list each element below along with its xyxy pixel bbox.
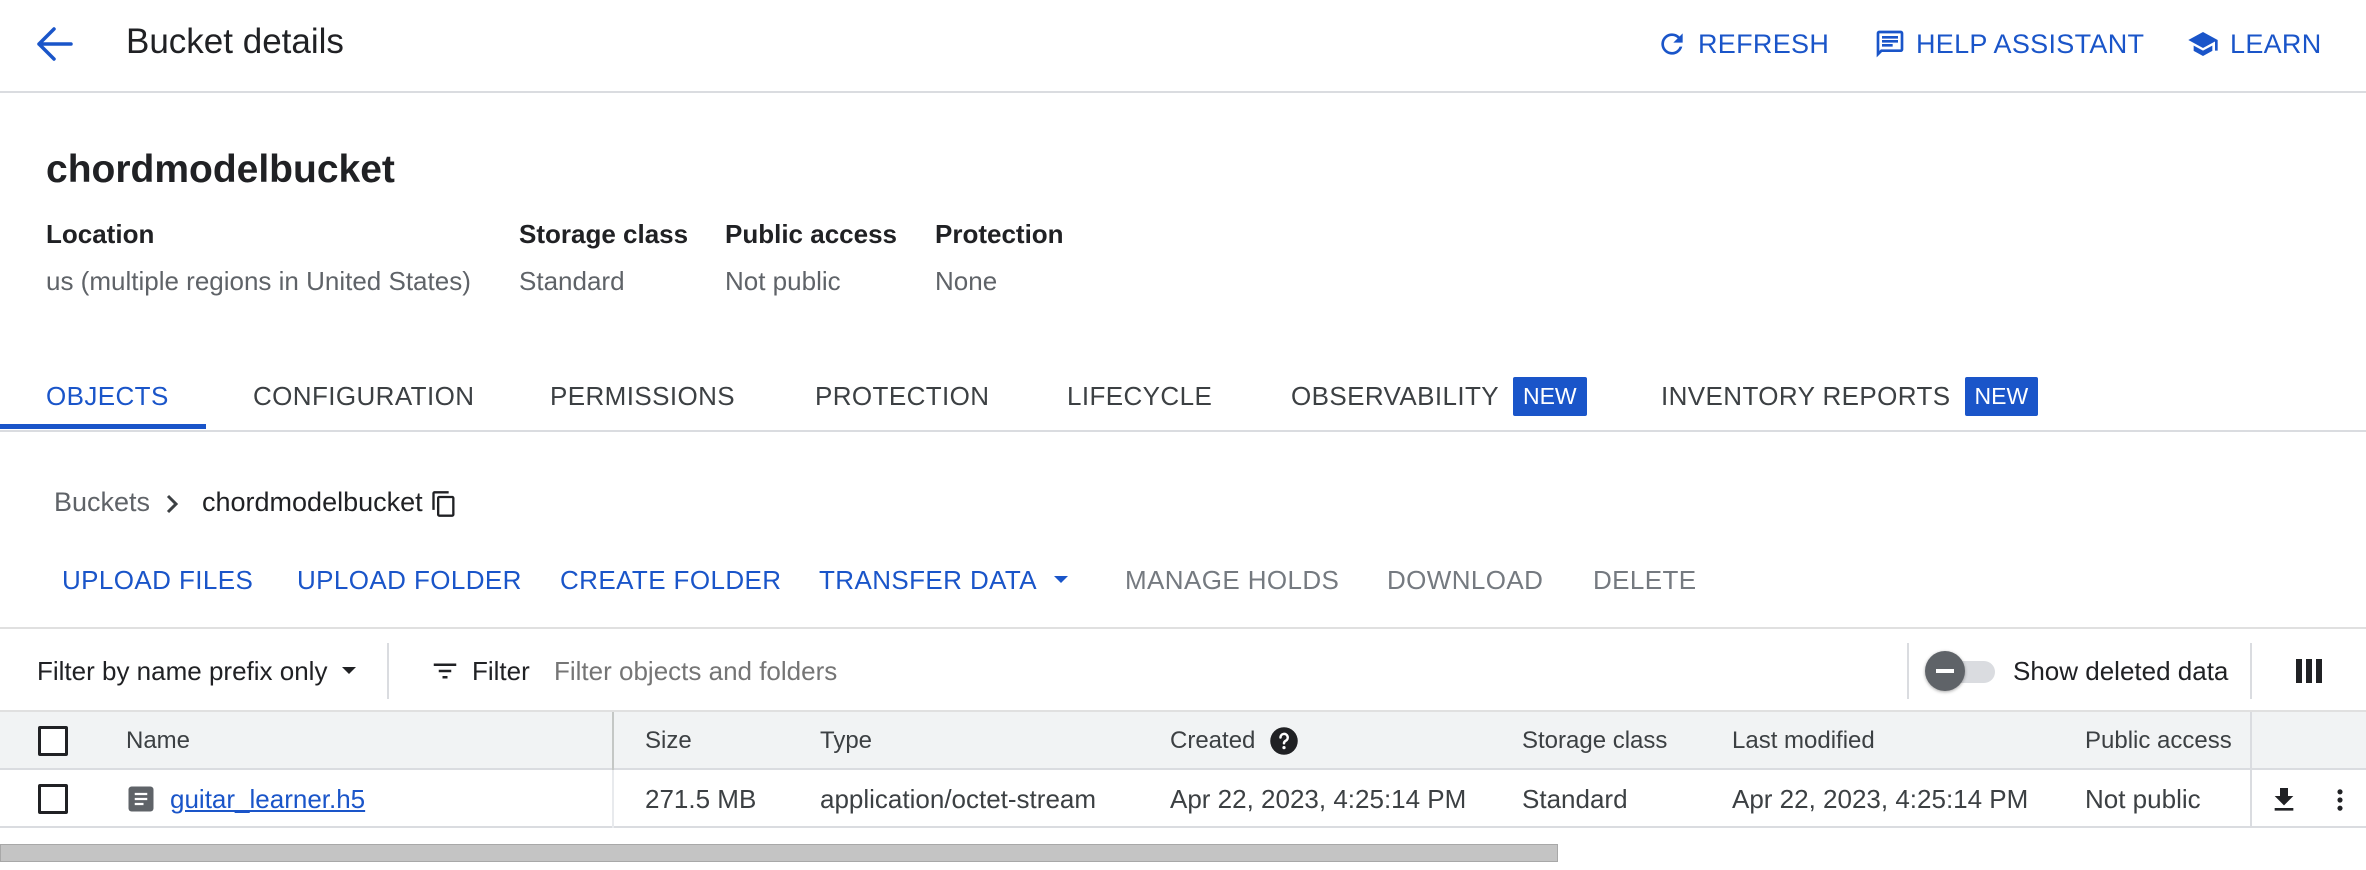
column-display-icon[interactable] <box>2295 658 2323 684</box>
tab-lifecycle-label: LIFECYCLE <box>1067 380 1213 411</box>
tab-protection[interactable]: PROTECTION <box>815 360 989 432</box>
chat-icon <box>1876 30 1904 58</box>
column-divider <box>2250 712 2252 770</box>
download-button[interactable]: DOWNLOAD <box>1387 560 1543 600</box>
help-icon[interactable] <box>1269 726 1299 756</box>
back-arrow-icon[interactable] <box>34 26 74 62</box>
bucket-name: chordmodelbucket <box>46 148 395 191</box>
storage-class-cell: Standard <box>1522 783 1628 814</box>
help-assistant-button[interactable]: HELP ASSISTANT <box>1874 24 2144 64</box>
prefix-filter-label: Filter by name prefix only <box>37 655 328 686</box>
location-label: Location <box>46 219 155 249</box>
filter-bar: Filter by name prefix only Filter Show d… <box>0 627 2366 712</box>
learn-button[interactable]: LEARN <box>2186 24 2322 64</box>
dropdown-arrow-icon <box>342 667 357 674</box>
tab-objects[interactable]: OBJECTS <box>46 360 169 432</box>
tab-observability-label: OBSERVABILITY <box>1291 380 1499 411</box>
select-all-checkbox[interactable] <box>38 726 68 756</box>
horizontal-scrollbar[interactable] <box>0 844 1558 862</box>
divider <box>2250 643 2252 699</box>
location-value: us (multiple regions in United States) <box>46 266 471 296</box>
learn-label: LEARN <box>2230 28 2322 59</box>
column-header-created[interactable]: Created <box>1170 712 1299 770</box>
column-header-last-modified[interactable]: Last modified <box>1732 712 1875 770</box>
active-tab-indicator <box>0 424 206 429</box>
tab-configuration-label: CONFIGURATION <box>253 380 475 411</box>
filter-list-icon <box>433 663 457 679</box>
filter-label: Filter <box>472 655 530 686</box>
column-header-size[interactable]: Size <box>645 712 692 770</box>
tab-permissions[interactable]: PERMISSIONS <box>550 360 735 432</box>
protection-value: None <box>935 266 998 296</box>
tab-observability[interactable]: OBSERVABILITY NEW <box>1291 360 1587 432</box>
upload-folder-button[interactable]: UPLOAD FOLDER <box>297 560 522 600</box>
size-cell: 271.5 MB <box>645 783 757 814</box>
column-header-type[interactable]: Type <box>820 712 872 770</box>
table-header: Name Size Type Created Storage class Las… <box>0 712 2366 770</box>
created-cell: Apr 22, 2023, 4:25:14 PM <box>1170 783 1467 814</box>
tab-protection-label: PROTECTION <box>815 380 990 411</box>
column-header-public-access[interactable]: Public access <box>2085 712 2232 770</box>
column-divider <box>2250 770 2252 828</box>
download-icon[interactable] <box>2268 784 2300 816</box>
protection-label: Protection <box>935 219 1064 249</box>
filter-objects-input[interactable] <box>554 649 1894 693</box>
file-name-link[interactable]: guitar_learner.h5 <box>170 784 365 815</box>
tab-inventory-reports-label: INVENTORY REPORTS <box>1661 380 1951 411</box>
new-badge: NEW <box>1964 376 2039 416</box>
tab-inventory-reports[interactable]: INVENTORY REPORTS NEW <box>1661 360 2039 432</box>
prefix-filter-select[interactable]: Filter by name prefix only <box>37 651 359 691</box>
refresh-icon <box>1661 33 1683 55</box>
upload-files-button[interactable]: UPLOAD FILES <box>62 560 253 600</box>
tab-permissions-label: PERMISSIONS <box>550 380 735 411</box>
manage-holds-button[interactable]: MANAGE HOLDS <box>1125 560 1339 600</box>
copy-icon[interactable] <box>430 489 458 519</box>
tab-configuration[interactable]: CONFIGURATION <box>253 360 474 432</box>
show-deleted-toggle[interactable] <box>1925 651 1997 691</box>
refresh-button[interactable]: REFRESH <box>1656 24 1829 64</box>
transfer-data-button[interactable]: TRANSFER DATA <box>819 560 1071 600</box>
filter-button[interactable]: Filter <box>430 651 530 691</box>
create-folder-button[interactable]: CREATE FOLDER <box>560 560 781 600</box>
storage-class-value: Standard <box>519 266 625 296</box>
tab-lifecycle[interactable]: LIFECYCLE <box>1067 360 1212 432</box>
column-header-name[interactable]: Name <box>126 712 190 770</box>
column-resize-handle[interactable] <box>612 712 614 770</box>
divider <box>387 643 389 699</box>
breadcrumb-current: chordmodelbucket <box>202 487 423 517</box>
storage-class-label: Storage class <box>519 219 689 249</box>
file-name-cell: guitar_learner.h5 <box>126 770 365 828</box>
dropdown-arrow-icon <box>1054 576 1069 583</box>
row-checkbox[interactable] <box>38 784 68 814</box>
tab-bar: OBJECTS CONFIGURATION PERMISSIONS PROTEC… <box>0 360 2366 432</box>
transfer-data-label: TRANSFER DATA <box>819 564 1038 595</box>
public-access-cell: Not public <box>2085 783 2201 814</box>
column-resize-handle <box>612 770 614 828</box>
chevron-right-icon <box>162 490 182 518</box>
column-header-created-label: Created <box>1170 727 1256 754</box>
show-deleted-label: Show deleted data <box>2013 655 2229 686</box>
public-access-label: Public access <box>725 219 897 249</box>
help-assistant-label: HELP ASSISTANT <box>1916 28 2145 59</box>
file-icon <box>128 786 154 812</box>
divider <box>1907 643 1909 699</box>
delete-button[interactable]: DELETE <box>1593 560 1697 600</box>
page-title: Bucket details <box>126 22 344 61</box>
more-vert-icon[interactable] <box>2326 784 2354 816</box>
tab-objects-label: OBJECTS <box>46 380 169 411</box>
last-modified-cell: Apr 22, 2023, 4:25:14 PM <box>1732 783 2029 814</box>
public-access-value: Not public <box>725 266 841 296</box>
breadcrumb-buckets[interactable]: Buckets <box>54 487 150 518</box>
type-cell: application/octet-stream <box>820 783 1097 814</box>
new-badge: NEW <box>1512 376 1587 416</box>
refresh-label: REFRESH <box>1698 28 1830 59</box>
column-header-storage-class[interactable]: Storage class <box>1522 712 1667 770</box>
table-row: guitar_learner.h5 271.5 MB application/o… <box>0 770 2366 828</box>
page-header: Bucket details REFRESH HELP ASSISTANT LE… <box>0 0 2366 93</box>
school-icon <box>2188 32 2218 56</box>
